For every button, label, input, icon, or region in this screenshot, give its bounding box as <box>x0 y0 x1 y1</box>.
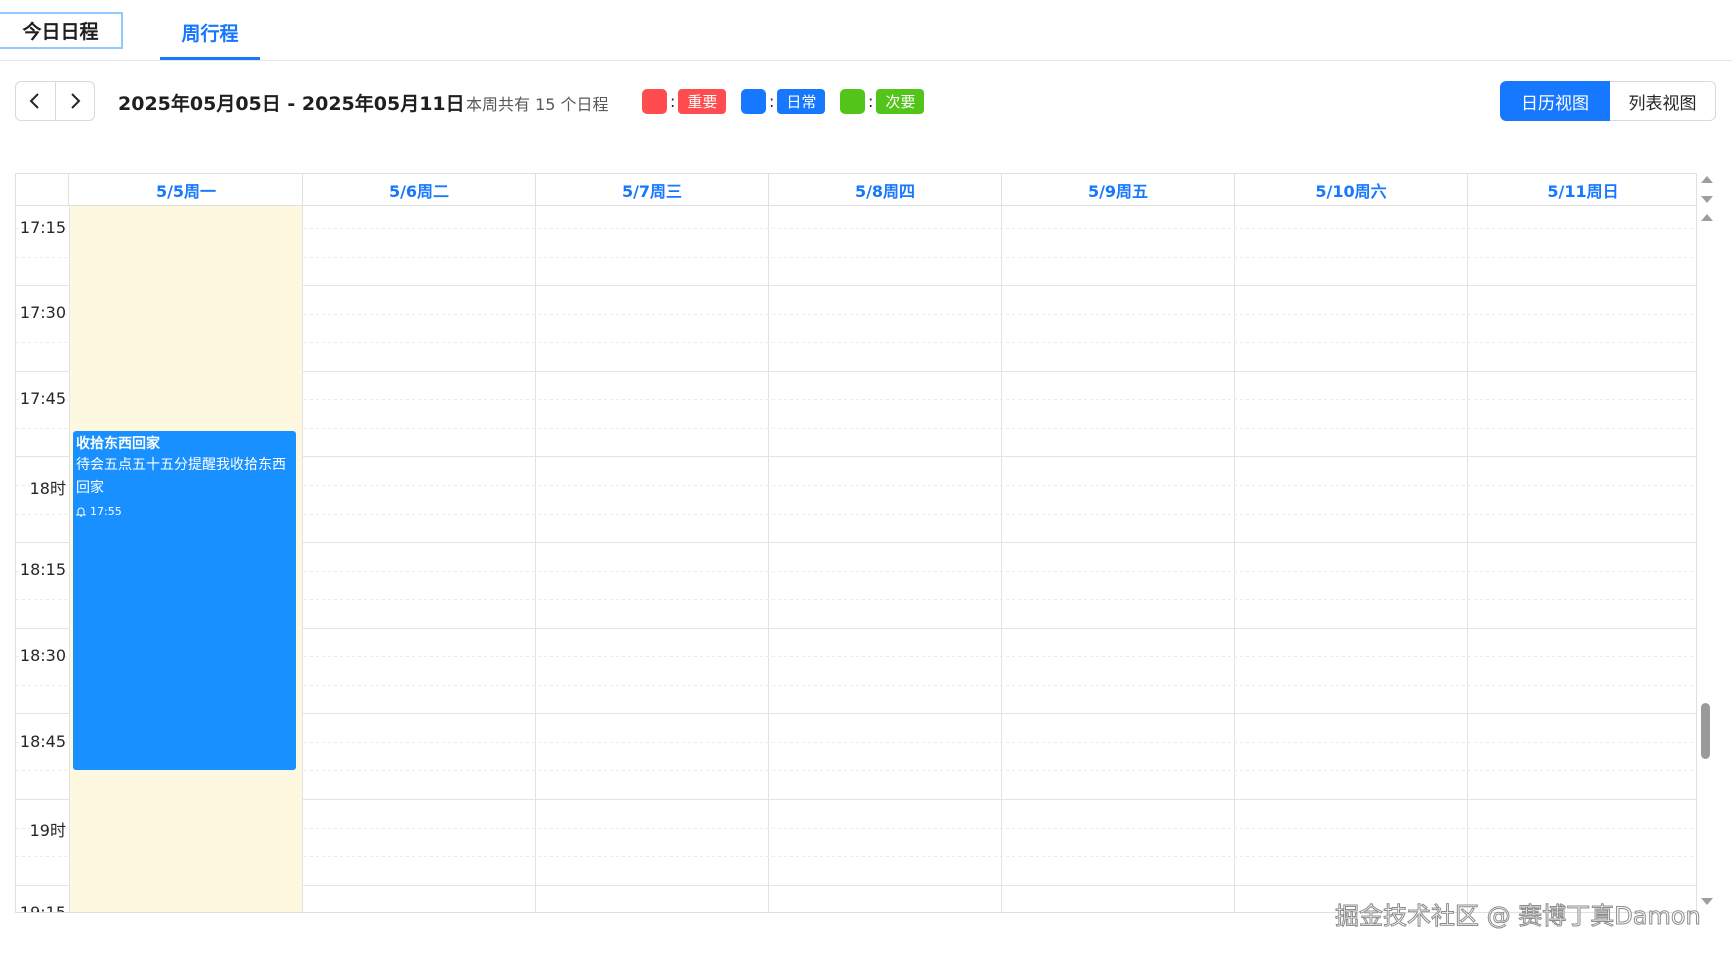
grid-column-line <box>535 206 536 912</box>
next-week-button[interactable] <box>54 82 95 120</box>
chevron-left-icon <box>29 93 39 109</box>
tab-week-schedule[interactable]: 周行程 <box>160 12 260 60</box>
time-label: 17:15 <box>19 218 66 237</box>
time-label: 18:15 <box>19 560 66 579</box>
grid-column-line <box>302 206 303 912</box>
scrollbar-thumb[interactable] <box>1701 703 1710 759</box>
day-header-fri: 5/9周五 <box>1002 174 1235 206</box>
grid-column-line <box>1467 206 1468 912</box>
day-header-sat: 5/10周六 <box>1235 174 1468 206</box>
tab-today-schedule[interactable]: 今日日程 <box>0 12 123 49</box>
legend-daily: : 日常 <box>741 89 826 114</box>
scroll-down-arrow-icon[interactable] <box>1701 196 1713 203</box>
week-calendar: 5/5周一 5/6周二 5/7周三 5/8周四 5/9周五 5/10周六 5/1… <box>15 173 1697 913</box>
week-count-text: 本周共有 15 个日程 <box>466 95 609 114</box>
day-header-tue: 5/6周二 <box>303 174 536 206</box>
scroll-up-arrow-icon[interactable] <box>1701 176 1713 183</box>
legend-swatch-important <box>642 89 667 114</box>
grid-column-line <box>1234 206 1235 912</box>
legend-swatch-minor <box>840 89 865 114</box>
time-label: 18:45 <box>19 732 66 751</box>
watermark: 掘金技术社区 @ 赛博丁真Damon <box>1335 902 1702 931</box>
time-label: 17:30 <box>19 303 66 322</box>
chevron-right-icon <box>71 93 81 109</box>
time-grid[interactable]: 17:15 17:30 17:45 18时 18:15 18:30 18:45 … <box>16 206 1696 913</box>
time-label: 19:15 <box>19 903 66 913</box>
list-view-button[interactable]: 列表视图 <box>1610 81 1716 121</box>
legend-tag-important: 重要 <box>678 89 727 114</box>
date-range-title: 2025年05月05日 - 2025年05月11日 <box>118 93 465 115</box>
day-header-thu: 5/8周四 <box>769 174 1002 206</box>
day-header-mon: 5/5周一 <box>70 174 303 206</box>
vertical-scrollbar[interactable] <box>1697 173 1714 913</box>
grid-column-line <box>768 206 769 912</box>
legend-minor: : 次要 <box>840 89 925 114</box>
time-label: 18时 <box>29 479 66 498</box>
bell-icon <box>76 507 86 517</box>
day-header-sun: 5/11周日 <box>1547 182 1619 201</box>
event-reminder: 17:55 <box>76 505 293 518</box>
time-gutter-header <box>16 174 69 206</box>
week-nav-group <box>15 81 95 121</box>
day-header-wed: 5/7周三 <box>536 174 769 206</box>
event-description: 待会五点五十五分提醒我收拾东西回家 <box>76 457 286 496</box>
grid-column-line <box>1001 206 1002 912</box>
legend-swatch-daily <box>741 89 766 114</box>
legend-important: : 重要 <box>642 89 727 114</box>
view-switch: 日历视图 列表视图 <box>1500 81 1716 121</box>
time-label: 19时 <box>29 821 66 840</box>
scroll-down-arrow-icon[interactable] <box>1701 898 1713 905</box>
legend-tag-minor: 次要 <box>876 89 925 114</box>
legend-tag-daily: 日常 <box>777 89 826 114</box>
event-card[interactable]: 收拾东西回家 待会五点五十五分提醒我收拾东西回家 17:55 <box>73 431 296 770</box>
event-title: 收拾东西回家 <box>76 436 160 452</box>
prev-week-button[interactable] <box>16 82 55 120</box>
calendar-view-button[interactable]: 日历视图 <box>1500 81 1610 121</box>
scroll-up-arrow-icon[interactable] <box>1701 214 1713 221</box>
day-header-row: 5/5周一 5/6周二 5/7周三 5/8周四 5/9周五 5/10周六 5/1… <box>16 174 1696 206</box>
tab-bar: 今日日程 周行程 <box>0 0 1732 61</box>
event-reminder-time: 17:55 <box>90 505 122 518</box>
time-label: 18:30 <box>19 646 66 665</box>
time-label: 17:45 <box>19 389 66 408</box>
